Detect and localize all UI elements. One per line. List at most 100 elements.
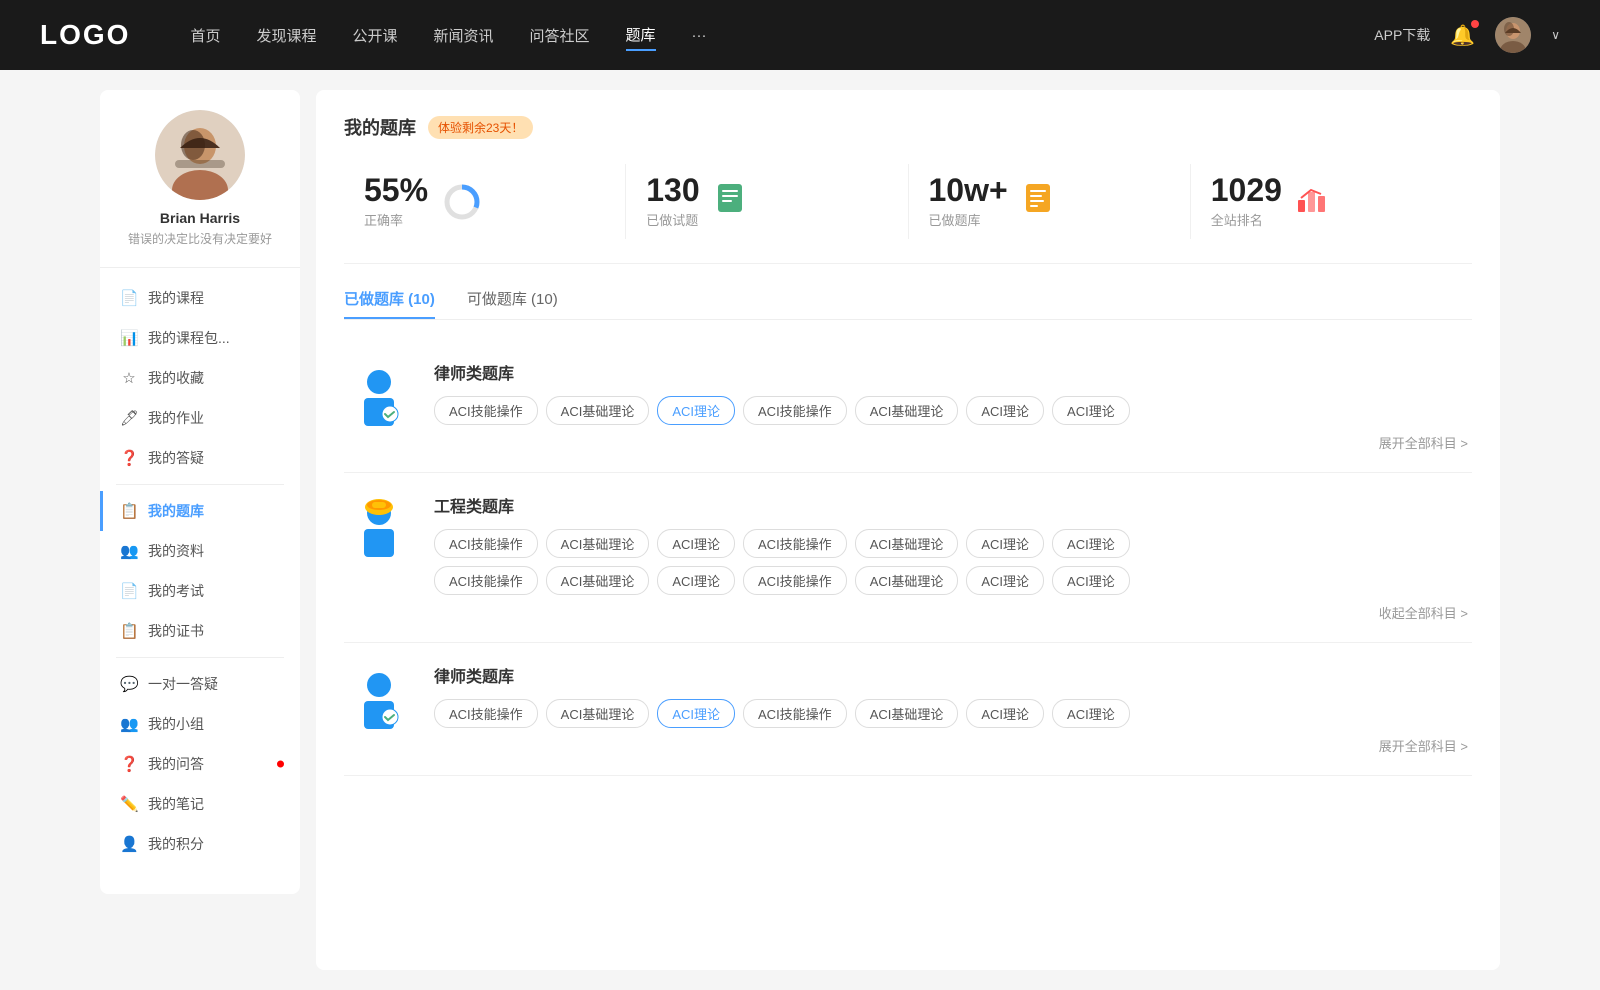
- tag-aci-base-theory-2[interactable]: ACI基础理论: [855, 396, 959, 425]
- group-icon: 👥: [120, 715, 138, 733]
- l2-tag-2[interactable]: ACI基础理论: [546, 699, 650, 728]
- nav-bank[interactable]: 题库: [626, 20, 656, 51]
- eng-tag-7[interactable]: ACI理论: [1052, 529, 1130, 558]
- nav-home[interactable]: 首页: [190, 21, 220, 50]
- navbar: LOGO 首页 发现课程 公开课 新闻资讯 问答社区 题库 ··· APP下载 …: [0, 0, 1600, 70]
- nav-more[interactable]: ···: [692, 23, 707, 48]
- sidebar-menu: 📄 我的课程 📊 我的课程包... ☆ 我的收藏 🖊 我的作业 ❓ 我的答疑 �: [100, 268, 300, 874]
- l2-tag-6[interactable]: ACI理论: [966, 699, 1044, 728]
- eng-tag-1[interactable]: ACI技能操作: [434, 529, 538, 558]
- nav-open-course[interactable]: 公开课: [352, 21, 397, 50]
- sidebar-item-favorites[interactable]: ☆ 我的收藏: [100, 358, 300, 398]
- sidebar-item-one-on-one[interactable]: 💬 一对一答疑: [100, 664, 300, 704]
- l2-tag-active[interactable]: ACI理论: [657, 699, 735, 728]
- qa-icon: ❓: [120, 755, 138, 773]
- app-download-button[interactable]: APP下载: [1374, 25, 1430, 45]
- tabs-row: 已做题库 (10) 可做题库 (10): [344, 288, 1472, 320]
- collapse-engineer1-link[interactable]: 收起全部科目 >: [434, 603, 1472, 622]
- eng-tag-2[interactable]: ACI基础理论: [546, 529, 650, 558]
- sidebar-item-exams[interactable]: 📄 我的考试: [100, 571, 300, 611]
- done-questions-icon: [714, 182, 746, 221]
- stats-row: 55% 正确率 130 已做试题: [344, 164, 1472, 264]
- eng-tag-10[interactable]: ACI理论: [657, 566, 735, 595]
- eng-tag-14[interactable]: ACI理论: [1052, 566, 1130, 595]
- sidebar-item-certificate[interactable]: 📋 我的证书: [100, 611, 300, 651]
- eng-tag-11[interactable]: ACI技能操作: [743, 566, 847, 595]
- tag-aci-skill-op-2[interactable]: ACI技能操作: [743, 396, 847, 425]
- accuracy-chart-icon: [442, 182, 482, 222]
- tag-aci-theory-active[interactable]: ACI理论: [657, 396, 735, 425]
- bank-card-lawyer2: 律师类题库 ACI技能操作 ACI基础理论 ACI理论 ACI技能操作 ACI基…: [344, 643, 1472, 776]
- done-questions-label: 已做试题: [646, 210, 699, 229]
- expand-lawyer1-link[interactable]: 展开全部科目 >: [434, 433, 1472, 452]
- question-icon: ❓: [120, 449, 138, 467]
- points-icon: 👤: [120, 835, 138, 853]
- l2-tag-7[interactable]: ACI理论: [1052, 699, 1130, 728]
- nav-menu: 首页 发现课程 公开课 新闻资讯 问答社区 题库 ···: [190, 20, 1374, 51]
- l2-tag-4[interactable]: ACI技能操作: [743, 699, 847, 728]
- stat-accuracy: 55% 正确率: [344, 164, 626, 239]
- page-layout: Brian Harris 错误的决定比没有决定要好 📄 我的课程 📊 我的课程包…: [100, 70, 1500, 990]
- sidebar-item-homework[interactable]: 🖊 我的作业: [100, 398, 300, 438]
- bank-card-engineer1: 工程类题库 ACI技能操作 ACI基础理论 ACI理论 ACI技能操作 ACI基…: [344, 473, 1472, 643]
- logo[interactable]: LOGO: [40, 19, 130, 51]
- engineer-icon: [344, 493, 414, 563]
- sidebar-item-course-packages[interactable]: 📊 我的课程包...: [100, 318, 300, 358]
- page-title: 我的题库: [344, 114, 416, 140]
- sidebar-item-question-bank[interactable]: 📋 我的题库: [100, 491, 300, 531]
- rank-icon: [1296, 182, 1328, 221]
- accuracy-value: 55%: [364, 174, 428, 206]
- eng-tag-4[interactable]: ACI技能操作: [743, 529, 847, 558]
- sidebar-item-notes[interactable]: ✏️ 我的笔记: [100, 784, 300, 824]
- user-avatar[interactable]: [1495, 17, 1531, 53]
- stat-done-banks: 10w+ 已做题库: [909, 164, 1191, 239]
- bank-card-lawyer1: 律师类题库 ACI技能操作 ACI基础理论 ACI理论 ACI技能操作 ACI基…: [344, 340, 1472, 473]
- sidebar-item-materials[interactable]: 👥 我的资料: [100, 531, 300, 571]
- done-banks-icon: [1022, 182, 1054, 221]
- stat-done-questions: 130 已做试题: [626, 164, 908, 239]
- eng-tag-3[interactable]: ACI理论: [657, 529, 735, 558]
- sidebar-item-group[interactable]: 👥 我的小组: [100, 704, 300, 744]
- eng-tag-8[interactable]: ACI技能操作: [434, 566, 538, 595]
- lawyer-icon: [344, 360, 414, 430]
- sidebar-item-points[interactable]: 👤 我的积分: [100, 824, 300, 864]
- bell-icon[interactable]: 🔔: [1450, 23, 1475, 48]
- tab-done-banks[interactable]: 已做题库 (10): [344, 288, 435, 319]
- l2-tag-1[interactable]: ACI技能操作: [434, 699, 538, 728]
- tag-aci-skill-op[interactable]: ACI技能操作: [434, 396, 538, 425]
- rank-value: 1029: [1211, 174, 1282, 206]
- user-profile: Brian Harris 错误的决定比没有决定要好: [100, 110, 300, 268]
- lawyer2-icon: [344, 663, 414, 733]
- expand-lawyer2-link[interactable]: 展开全部科目 >: [434, 736, 1472, 755]
- done-questions-value: 130: [646, 174, 699, 206]
- main-content: 我的题库 体验剩余23天！ 55% 正确率 130: [316, 90, 1500, 970]
- tag-aci-theory-3[interactable]: ACI理论: [1052, 396, 1130, 425]
- sidebar-item-my-qa[interactable]: ❓ 我的问答: [100, 744, 300, 784]
- rank-label: 全站排名: [1211, 210, 1282, 229]
- eng-tag-13[interactable]: ACI理论: [966, 566, 1044, 595]
- sidebar-item-my-courses[interactable]: 📄 我的课程: [100, 278, 300, 318]
- profile-avatar[interactable]: [155, 110, 245, 200]
- stat-global-rank: 1029 全站排名: [1191, 164, 1472, 239]
- nav-courses[interactable]: 发现课程: [256, 21, 316, 50]
- l2-tag-5[interactable]: ACI基础理论: [855, 699, 959, 728]
- bank-lawyer1-body: 律师类题库 ACI技能操作 ACI基础理论 ACI理论 ACI技能操作 ACI基…: [434, 360, 1472, 452]
- nav-qa[interactable]: 问答社区: [530, 21, 590, 50]
- accuracy-label: 正确率: [364, 210, 428, 229]
- eng-tag-12[interactable]: ACI基础理论: [855, 566, 959, 595]
- qa-dot-badge: [277, 761, 284, 768]
- cert-icon: 📋: [120, 622, 138, 640]
- user-menu-chevron[interactable]: ∨: [1551, 28, 1560, 42]
- eng-tag-6[interactable]: ACI理论: [966, 529, 1044, 558]
- eng-tag-9[interactable]: ACI基础理论: [546, 566, 650, 595]
- tab-available-banks[interactable]: 可做题库 (10): [467, 288, 558, 319]
- profile-name: Brian Harris: [160, 210, 240, 226]
- nav-news[interactable]: 新闻资讯: [434, 21, 494, 50]
- sidebar-item-questions[interactable]: ❓ 我的答疑: [100, 438, 300, 478]
- navbar-right: APP下载 🔔 ∨: [1374, 17, 1560, 53]
- menu-divider-2: [116, 657, 284, 658]
- eng-tag-5[interactable]: ACI基础理论: [855, 529, 959, 558]
- bank-engineer1-tags-row2: ACI技能操作 ACI基础理论 ACI理论 ACI技能操作 ACI基础理论 AC…: [434, 566, 1472, 595]
- tag-aci-theory-2[interactable]: ACI理论: [966, 396, 1044, 425]
- tag-aci-base-theory[interactable]: ACI基础理论: [546, 396, 650, 425]
